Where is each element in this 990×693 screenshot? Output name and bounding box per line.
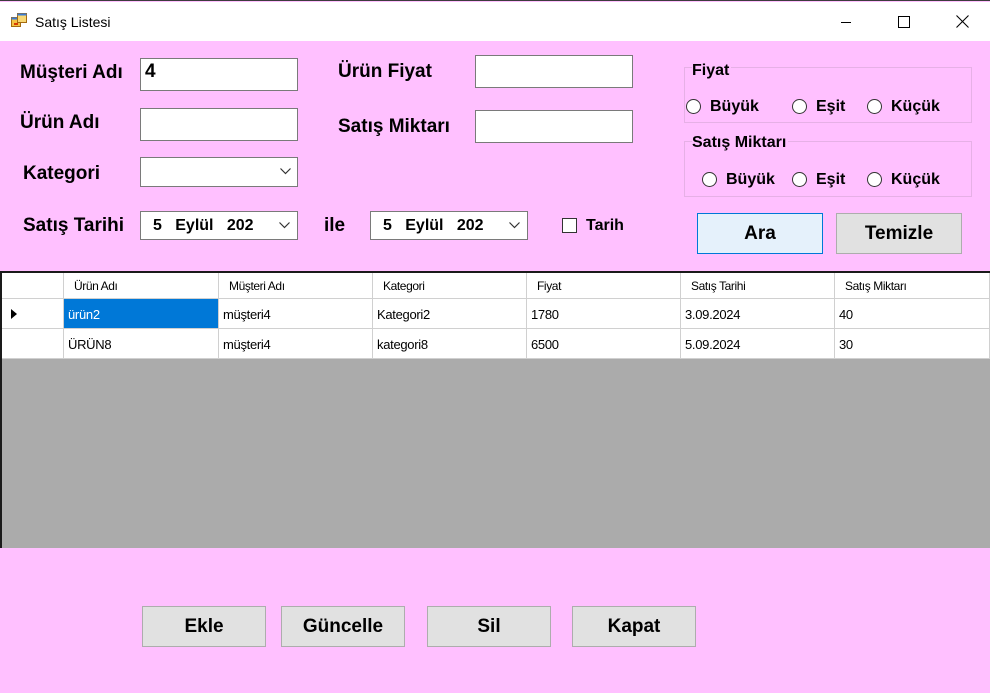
sil-button[interactable]: Sil bbox=[427, 606, 551, 647]
grid-header-row: Ürün Adı Müşteri Adı Kategori Fiyat Satı… bbox=[2, 273, 990, 299]
column-header-fiyat[interactable]: Fiyat bbox=[527, 273, 681, 299]
column-header-satis-tarihi[interactable]: Satış Tarihi bbox=[681, 273, 835, 299]
maximize-button[interactable] bbox=[881, 2, 927, 41]
guncelle-button[interactable]: Güncelle bbox=[281, 606, 405, 647]
table-cell[interactable]: müşteri4 bbox=[219, 299, 373, 329]
table-cell[interactable]: ürün2 bbox=[64, 299, 219, 329]
sales-datagrid[interactable]: Ürün Adı Müşteri Adı Kategori Fiyat Satı… bbox=[0, 271, 990, 548]
date-to-year: 202 bbox=[456, 217, 484, 234]
miktar-buyuk-label: Büyük bbox=[726, 171, 775, 188]
musteri-adi-label: Müşteri Adı bbox=[20, 62, 123, 83]
row-header[interactable] bbox=[2, 329, 64, 359]
row-pointer-icon bbox=[11, 309, 17, 319]
column-header-kategori[interactable]: Kategori bbox=[373, 273, 527, 299]
table-cell[interactable]: 6500 bbox=[527, 329, 681, 359]
grid-corner-header bbox=[2, 273, 64, 299]
urun-adi-label: Ürün Adı bbox=[20, 112, 100, 133]
satis-tarihi-label: Satış Tarihi bbox=[23, 215, 125, 236]
satis-miktari-input[interactable] bbox=[475, 110, 633, 143]
date-from-year: 202 bbox=[226, 217, 254, 234]
table-cell[interactable]: müşteri4 bbox=[219, 329, 373, 359]
miktar-buyuk-radio[interactable] bbox=[702, 172, 717, 187]
form-app-icon bbox=[11, 13, 27, 29]
tarih-checkbox-label: Tarih bbox=[586, 217, 624, 234]
table-cell[interactable]: 3.09.2024 bbox=[681, 299, 835, 329]
chevron-down-icon bbox=[279, 222, 290, 229]
table-cell[interactable]: Kategori2 bbox=[373, 299, 527, 329]
column-header-urun-adi[interactable]: Ürün Adı bbox=[64, 273, 219, 299]
table-row[interactable]: ürün2 müşteri4 Kategori2 1780 3.09.2024 … bbox=[2, 299, 990, 329]
kapat-button[interactable]: Kapat bbox=[572, 606, 696, 647]
table-cell[interactable]: 30 bbox=[835, 329, 990, 359]
column-header-musteri-adi[interactable]: Müşteri Adı bbox=[219, 273, 373, 299]
ile-label: ile bbox=[324, 215, 346, 236]
app-window: Satış Listesi Müşteri Adı 4 Ürün Adı Kat… bbox=[0, 0, 990, 693]
miktar-kucuk-radio[interactable] bbox=[867, 172, 882, 187]
fiyat-buyuk-radio[interactable] bbox=[686, 99, 701, 114]
miktar-group-title: Satış Miktarı bbox=[692, 134, 789, 152]
miktar-kucuk-label: Küçük bbox=[891, 171, 940, 188]
date-to-day: 5 bbox=[383, 217, 392, 234]
table-cell[interactable]: ÜRÜN8 bbox=[64, 329, 219, 359]
date-from-day: 5 bbox=[153, 217, 162, 234]
miktar-esit-label: Eşit bbox=[816, 171, 846, 188]
fiyat-group-title: Fiyat bbox=[692, 62, 732, 80]
date-to-month: Eylül bbox=[405, 217, 444, 234]
tarih-checkbox[interactable] bbox=[562, 218, 577, 233]
fiyat-esit-label: Eşit bbox=[816, 98, 846, 115]
fiyat-esit-radio[interactable] bbox=[792, 99, 807, 114]
minimize-icon bbox=[841, 21, 851, 23]
ara-button[interactable]: Ara bbox=[697, 213, 823, 254]
table-cell[interactable]: 5.09.2024 bbox=[681, 329, 835, 359]
table-row[interactable]: ÜRÜN8 müşteri4 kategori8 6500 5.09.2024 … bbox=[2, 329, 990, 359]
fiyat-kucuk-radio[interactable] bbox=[867, 99, 882, 114]
satis-miktari-label: Satış Miktarı bbox=[338, 116, 450, 137]
row-header[interactable] bbox=[2, 299, 64, 329]
close-icon bbox=[955, 15, 969, 28]
table-cell[interactable]: 40 bbox=[835, 299, 990, 329]
urun-adi-input[interactable] bbox=[140, 108, 298, 141]
date-from-month: Eylül bbox=[175, 217, 214, 234]
column-header-satis-miktari[interactable]: Satış Miktarı bbox=[835, 273, 990, 299]
table-cell[interactable]: kategori8 bbox=[373, 329, 527, 359]
fiyat-kucuk-label: Küçük bbox=[891, 98, 940, 115]
musteri-adi-value: 4 bbox=[145, 61, 156, 82]
table-cell[interactable]: 1780 bbox=[527, 299, 681, 329]
kategori-label: Kategori bbox=[23, 163, 101, 184]
minimize-button[interactable] bbox=[823, 2, 869, 41]
satis-tarihi-to-picker[interactable]: 5 Eylül 202 bbox=[370, 211, 528, 240]
chevron-down-icon bbox=[509, 222, 520, 229]
kategori-combobox[interactable] bbox=[140, 157, 298, 187]
temizle-button[interactable]: Temizle bbox=[836, 213, 962, 254]
ekle-button[interactable]: Ekle bbox=[142, 606, 266, 647]
urun-fiyat-input[interactable] bbox=[475, 55, 633, 88]
musteri-adi-input[interactable]: 4 bbox=[140, 58, 298, 91]
close-button[interactable] bbox=[939, 2, 985, 41]
maximize-icon bbox=[898, 15, 910, 28]
satis-tarihi-from-picker[interactable]: 5 Eylül 202 bbox=[140, 211, 298, 240]
window-title: Satış Listesi bbox=[35, 14, 111, 30]
title-bar: Satış Listesi bbox=[0, 2, 990, 41]
miktar-esit-radio[interactable] bbox=[792, 172, 807, 187]
chevron-down-icon bbox=[280, 168, 291, 175]
fiyat-buyuk-label: Büyük bbox=[710, 98, 759, 115]
urun-fiyat-label: Ürün Fiyat bbox=[338, 61, 432, 82]
